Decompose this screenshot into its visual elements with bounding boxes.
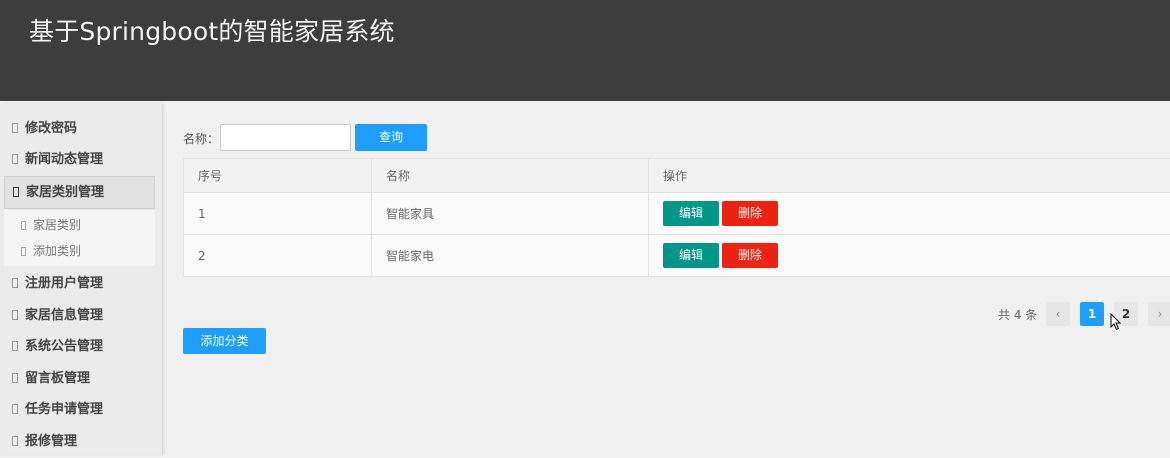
column-header-name: 名称	[372, 159, 649, 192]
sidebar-item-label: 家居类别管理	[26, 185, 105, 200]
sidebar-item-category[interactable]: 家居类别管理	[4, 176, 155, 209]
square-bullet-icon	[12, 123, 18, 133]
add-category-button[interactable]: 添加分类	[183, 328, 266, 354]
sidebar-subitem-add-category[interactable]: 添加类别	[4, 238, 155, 264]
table-row: 2 智能家电 编辑 删除	[183, 235, 1170, 277]
square-bullet-icon	[12, 310, 18, 320]
square-bullet-icon	[12, 341, 18, 351]
sidebar-subitem-category-list[interactable]: 家居类别	[4, 212, 155, 238]
row-index: 1	[184, 193, 372, 234]
sidebar-submenu: 家居类别 添加类别	[4, 210, 155, 266]
pagination-page-1[interactable]: 1	[1080, 302, 1104, 326]
square-bullet-icon	[21, 247, 26, 256]
delete-button[interactable]: 删除	[722, 201, 778, 226]
search-input[interactable]	[220, 124, 351, 151]
sidebar-item-label: 任务申请管理	[25, 402, 104, 417]
edit-button[interactable]: 编辑	[663, 201, 719, 226]
square-bullet-icon	[12, 404, 18, 414]
sidebar-item-tasks[interactable]: 任务申请管理	[0, 394, 163, 426]
app-header: 基于Springboot的智能家居系统	[0, 0, 1170, 101]
delete-button[interactable]: 删除	[722, 243, 778, 268]
row-name: 智能家具	[372, 193, 649, 234]
category-table: 序号 名称 操作 1 智能家具 编辑 删除 2 智能家电 编辑 删除	[183, 158, 1170, 277]
column-header-index: 序号	[184, 159, 372, 192]
edit-button[interactable]: 编辑	[663, 243, 719, 268]
square-bullet-icon	[12, 436, 18, 446]
sidebar-item-label: 注册用户管理	[25, 276, 104, 291]
square-bullet-icon	[13, 187, 19, 197]
search-button[interactable]: 查询	[355, 124, 427, 151]
row-actions: 编辑 删除	[649, 235, 1170, 276]
sidebar-item-repairs[interactable]: 报修管理	[0, 426, 163, 458]
mouse-cursor-icon	[1110, 313, 1122, 331]
sidebar-subitem-label: 添加类别	[33, 244, 82, 258]
pagination-next-button[interactable]: ›	[1148, 302, 1170, 326]
sidebar-item-label: 家居信息管理	[25, 308, 104, 323]
sidebar-item-label: 留言板管理	[25, 371, 91, 386]
sidebar-item-change-password[interactable]: 修改密码	[0, 113, 163, 145]
sidebar-subitem-label: 家居类别	[33, 218, 82, 232]
row-index: 2	[184, 235, 372, 276]
sidebar-item-label: 修改密码	[25, 121, 78, 136]
row-actions: 编辑 删除	[649, 193, 1170, 234]
sidebar-item-users[interactable]: 注册用户管理	[0, 268, 163, 300]
sidebar-item-announcements[interactable]: 系统公告管理	[0, 331, 163, 363]
pagination-total: 共 4 条	[998, 308, 1038, 322]
sidebar-item-home-info[interactable]: 家居信息管理	[0, 300, 163, 332]
search-label: 名称：	[183, 132, 220, 146]
column-header-actions: 操作	[663, 169, 688, 183]
square-bullet-icon	[12, 154, 18, 164]
sidebar-item-news[interactable]: 新闻动态管理	[0, 144, 163, 176]
square-bullet-icon	[12, 278, 18, 288]
row-name: 智能家电	[372, 235, 649, 276]
square-bullet-icon	[21, 221, 26, 230]
sidebar: 修改密码 新闻动态管理 家居类别管理 家居类别 添加类别 注册用户管理 家居信息…	[0, 104, 163, 455]
table-header: 序号 名称 操作	[183, 159, 1170, 193]
sidebar-item-label: 报修管理	[25, 434, 78, 449]
app-title: 基于Springboot的智能家居系统	[29, 17, 395, 46]
pagination-prev-button[interactable]: ‹	[1046, 302, 1070, 326]
sidebar-item-messages[interactable]: 留言板管理	[0, 363, 163, 395]
sidebar-item-label: 新闻动态管理	[25, 152, 104, 167]
table-row: 1 智能家具 编辑 删除	[183, 193, 1170, 235]
square-bullet-icon	[12, 373, 18, 383]
sidebar-item-label: 系统公告管理	[25, 339, 104, 354]
